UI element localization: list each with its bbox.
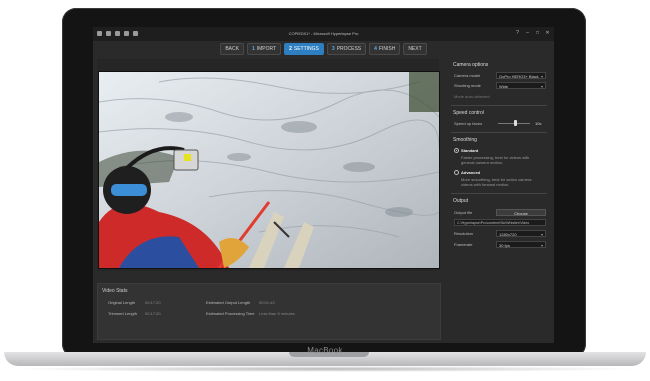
output-path-field[interactable]: C:\Hyperlapse\Pro\content\Ski\Whistler\V… [454,219,546,226]
original-length-label: Original Length [108,300,136,305]
step-number: 1 [251,46,255,52]
camera-options-heading: Camera options [453,62,489,68]
smoothing-heading: Smoothing [453,137,477,143]
framerate-select[interactable]: 30 fps ▾ [496,241,546,248]
chevron-down-icon: ▾ [540,84,543,89]
divider [451,193,547,194]
video-preview[interactable] [98,71,440,269]
choose-button[interactable]: Choose [496,209,546,216]
mode-hint: Mode auto-detected [454,94,490,99]
divider [451,105,547,106]
framerate-value: 30 fps [499,243,510,248]
step-number: 4 [374,46,377,52]
chevron-down-icon: ▾ [540,243,543,248]
shooting-mode-value: Wide [499,84,509,89]
output-heading: Output [453,198,469,204]
step-number: 2 [289,46,292,52]
video-stats-heading: Video Stats [102,288,128,294]
wizard-nav: BACK 1 IMPORT 2 SETTINGS 3 PROCESS 4 FINISH … [93,43,554,57]
smoothing-advanced-desc: More smoothing, best for action camera v… [461,177,532,187]
step-process[interactable]: 3 PROCESS [326,43,367,55]
est-output-label: Estimated Output Length [206,300,251,305]
speed-control-heading: Speed control [453,110,484,116]
maximize-icon[interactable]: □ [535,31,540,36]
next-button[interactable]: NEXT [403,43,427,55]
window-controls: ? – □ ✕ [515,31,550,36]
trimmed-length-value: 00:17:20 [145,311,161,316]
shooting-mode-label: Shooting mode [454,83,481,88]
divider [451,132,547,133]
settings-sidebar: Camera options Camera model GoPro HERO3+… [445,59,551,339]
est-processing-value: Less than 5 minutes [259,311,295,316]
output-file-label: Output file [454,210,473,215]
est-output-value: 00:01:43 [259,300,275,305]
smoothing-advanced-radio[interactable] [454,170,459,175]
close-icon[interactable]: ✕ [545,31,550,36]
minimize-icon[interactable]: – [525,31,530,36]
laptop-shadow [10,366,640,372]
step-label: SETTINGS [293,46,319,52]
smoothing-standard-radio[interactable] [454,148,459,153]
step-settings[interactable]: 2 SETTINGS [284,43,324,55]
resolution-value: 1280x720 [499,232,517,237]
back-button[interactable]: BACK [220,43,244,55]
video-stats-panel: Video Stats Original Length 00:17:20 Tri… [97,283,441,340]
step-label: FINISH [378,46,396,52]
title-bar: COPIED01* - Microsoft Hyperlapse Pro ? –… [93,27,554,41]
step-label: IMPORT [256,46,277,52]
camera-model-value: GoPro HERO3+ Black [499,74,539,79]
video-frame-image [99,72,439,268]
smoothing-standard-label: Standard [461,148,479,153]
resolution-select[interactable]: 1280x720 ▾ [496,230,546,237]
resolution-label: Resolution [454,231,473,236]
original-length-value: 00:17:20 [145,300,161,305]
chevron-down-icon: ▾ [540,74,543,79]
camera-model-select[interactable]: GoPro HERO3+ Black ▾ [496,72,546,79]
laptop-brand: MacBook [307,346,343,355]
step-import[interactable]: 1 IMPORT [246,43,282,55]
help-icon[interactable]: ? [515,31,520,36]
shooting-mode-select[interactable]: Wide ▾ [496,82,546,89]
chevron-down-icon: ▾ [540,232,543,237]
est-processing-label: Estimated Processing Time [206,311,255,316]
speed-factor-label: Speed up factor [454,121,483,126]
speed-factor-value: 10x [535,121,542,126]
camera-model-label: Camera model [454,73,481,78]
trimmed-length-label: Trimmed Length [108,311,137,316]
speed-slider-handle[interactable] [514,120,518,126]
step-finish[interactable]: 4 FINISH [369,43,401,55]
framerate-label: Framerate [454,242,473,247]
window-title: COPIED01* - Microsoft Hyperlapse Pro [288,31,359,36]
app-window: COPIED01* - Microsoft Hyperlapse Pro ? –… [93,27,554,343]
smoothing-advanced-label: Advanced [461,170,481,175]
smoothing-standard-desc: Faster processing, best for videos with … [461,155,530,165]
step-number: 3 [331,46,335,52]
step-label: PROCESS [336,46,362,52]
